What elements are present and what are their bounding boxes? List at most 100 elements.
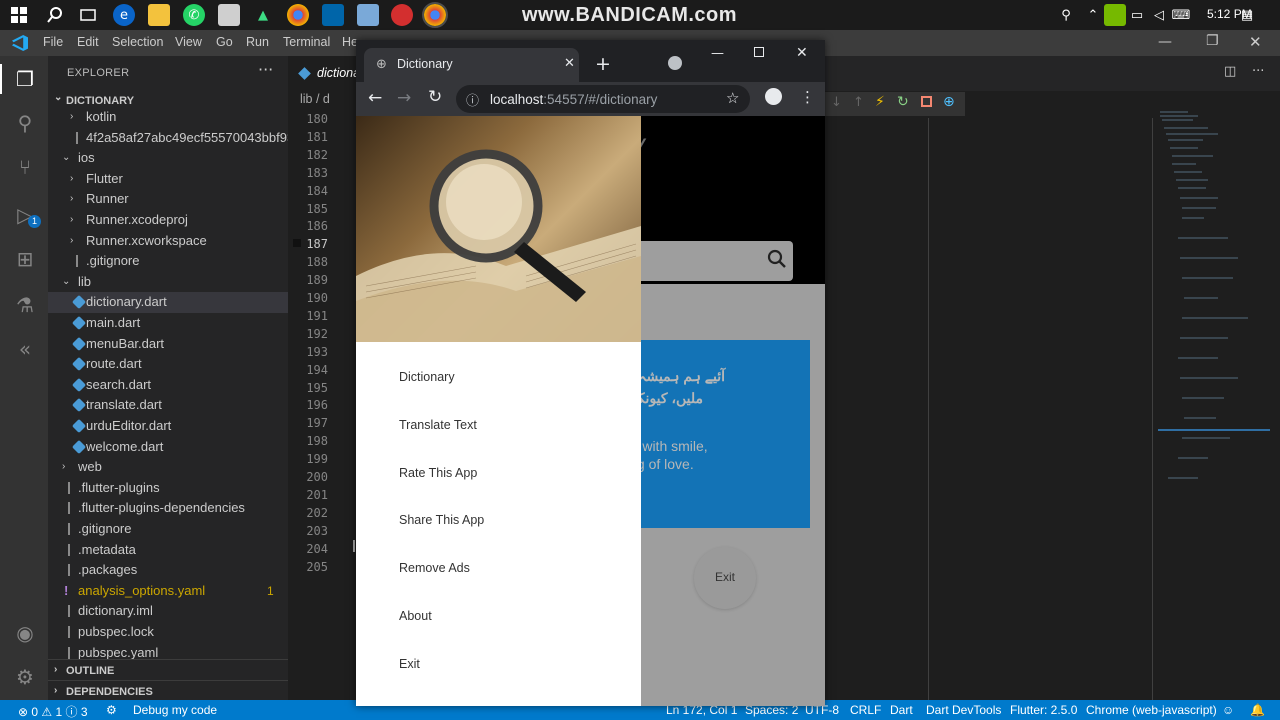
split-editor-icon[interactable]: ◫ [1224,64,1236,79]
tree-file[interactable]: pubspec.yaml [48,643,288,664]
drawer-item-rate-this-app[interactable]: Rate This App [399,466,477,480]
restore-icon[interactable]: ❐ [1206,33,1219,49]
language-mode[interactable]: Dart [890,703,913,717]
menu-edit[interactable]: Edit [77,35,99,49]
tree-file[interactable]: .metadata [48,540,288,561]
address-bar[interactable]: ⓘ localhost:54557/#/dictionary ☆ [456,85,750,113]
tree-folder[interactable]: › kotlin [48,107,288,128]
tree-folder[interactable]: › web [48,457,288,478]
tree-file[interactable]: pubspec.lock [48,622,288,643]
tree-folder[interactable]: ⌄ ios [48,148,288,169]
tree-file[interactable]: 4f2a58af27abc49ecf55570043bbf93... [48,128,288,149]
tree-file[interactable]: search.dart [48,375,288,396]
step-up-icon[interactable]: ↑ [853,95,864,110]
menu-terminal[interactable]: Terminal [283,35,330,49]
new-tab-icon[interactable]: + [595,53,611,75]
tree-file[interactable]: route.dart [48,354,288,375]
tree-file[interactable]: dictionary.iml [48,601,288,622]
tree-file[interactable]: .gitignore [48,519,288,540]
tree-file[interactable]: menuBar.dart [48,334,288,355]
nvidia-icon[interactable] [1104,4,1126,26]
chrome-active-icon[interactable] [422,2,448,28]
tree-file[interactable]: ! analysis_options.yaml 1 [48,581,288,602]
bandicam-record-icon[interactable] [391,4,413,26]
end-of-line[interactable]: CRLF [850,703,881,717]
store-icon[interactable] [218,4,240,26]
problems-indicator[interactable]: ⊗ 0 ⚠ 1 ⓘ 3 [18,703,88,720]
tree-folder[interactable]: › Flutter [48,169,288,190]
network-icon[interactable]: ▭ [1126,4,1148,26]
edge-icon[interactable]: e [113,4,135,26]
editor-more-icon[interactable]: ··· [1252,64,1264,79]
drawer-item-about[interactable]: About [399,609,432,623]
task-view-icon[interactable] [77,4,99,26]
drawer-item-share-this-app[interactable]: Share This App [399,513,484,527]
android-studio-icon[interactable]: ▲ [252,4,274,26]
close-window-icon[interactable]: ✕ [796,45,808,61]
minimize-icon[interactable]: — [1158,34,1172,50]
close-window-icon[interactable]: ✕ [1249,33,1262,51]
feedback-icon[interactable]: ☺ [1222,703,1234,717]
tree-file[interactable]: translate.dart [48,395,288,416]
keyboard-icon[interactable]: ⌨ [1170,4,1192,26]
info-icon[interactable]: ⓘ [466,90,479,109]
minimize-icon[interactable]: — [711,46,724,61]
chrome-menu-icon[interactable]: ⋮ [800,88,815,106]
reload-icon[interactable]: ↻ [428,87,442,107]
extensions-icon[interactable]: ⊞ [12,246,38,272]
menu-view[interactable]: View [175,35,202,49]
search-view-icon[interactable]: ⚲ [12,110,38,136]
windows-start-icon[interactable] [8,4,30,26]
tree-folder[interactable]: › Runner [48,189,288,210]
file-explorer-icon[interactable] [148,4,170,26]
drawer-item-remove-ads[interactable]: Remove Ads [399,561,470,575]
vscode-taskbar-icon[interactable] [322,4,344,26]
tree-file[interactable]: dictionary.dart [48,292,288,313]
step-out-icon[interactable]: ↓ [831,95,842,110]
tree-file[interactable]: .flutter-plugins [48,478,288,499]
volume-icon[interactable]: ◁ [1148,4,1170,26]
target-device[interactable]: Chrome (web-javascript) [1086,703,1217,717]
hot-reload-icon[interactable]: ⚡ [875,94,885,110]
profile-avatar-icon[interactable] [765,88,782,105]
tab-search-icon[interactable] [668,56,682,70]
minimap[interactable] [1158,108,1270,498]
settings-gear-icon[interactable]: ⚙ [12,664,38,690]
menu-file[interactable]: File [43,35,63,49]
bookmark-star-icon[interactable]: ☆ [726,89,739,107]
tree-folder[interactable]: ⌄ lib [48,272,288,293]
drawer-item-translate-text[interactable]: Translate Text [399,418,477,432]
more-actions-icon[interactable]: ··· [258,60,273,79]
menu-go[interactable]: Go [216,35,233,49]
search-icon[interactable] [766,248,788,270]
whatsapp-icon[interactable]: ✆ [183,4,205,26]
tree-file[interactable]: welcome.dart [48,437,288,458]
tree-file[interactable]: urduEditor.dart [48,416,288,437]
close-tab-icon[interactable]: ✕ [564,56,575,71]
drawer-item-exit[interactable]: Exit [399,657,420,671]
tree-file[interactable]: .gitignore [48,251,288,272]
devtools-icon[interactable]: ⊕ [943,94,955,110]
chevron-up-icon[interactable]: ⌃ [1082,4,1104,26]
people-icon[interactable]: ⚲ [1055,4,1077,26]
forward-icon[interactable]: → [397,88,411,108]
flutter-version[interactable]: Flutter: 2.5.0 [1010,703,1077,717]
chrome-taskbar-icon[interactable] [287,4,309,26]
debug-my-code[interactable]: Debug my code [133,703,217,717]
exit-button[interactable]: Exit [694,547,756,609]
stop-icon[interactable] [921,96,932,107]
flutter-icon[interactable]: « [12,336,38,362]
dart-devtools[interactable]: Dart DevTools [926,703,1001,717]
breakpoint-marker[interactable] [293,239,301,247]
drawer-item-dictionary[interactable]: Dictionary [399,370,455,384]
back-icon[interactable]: ← [368,88,382,108]
accounts-icon[interactable]: ◉ [12,620,38,646]
source-control-icon[interactable]: ⑂ [12,154,38,180]
tree-file[interactable]: .flutter-plugins-dependencies [48,498,288,519]
tree-file[interactable]: main.dart [48,313,288,334]
bell-icon[interactable]: 🔔 [1250,703,1265,717]
maximize-icon[interactable] [754,47,764,57]
explorer-files-icon[interactable]: ❐ [12,66,38,92]
restart-icon[interactable]: ↻ [897,94,909,110]
notes-icon[interactable] [357,4,379,26]
